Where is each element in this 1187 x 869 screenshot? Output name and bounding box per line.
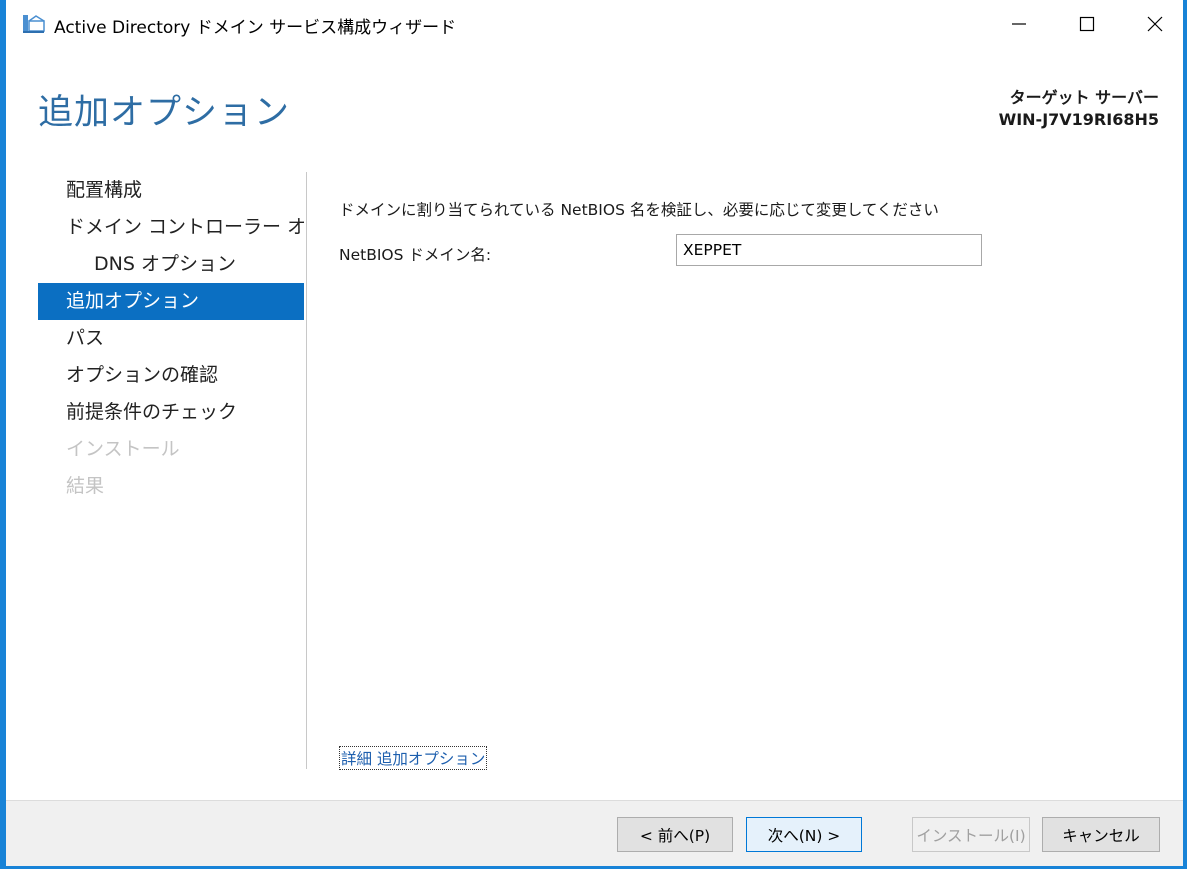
nav-item-review-options[interactable]: オプションの確認 (38, 357, 304, 394)
more-about-additional-options-link[interactable]: 詳細 追加オプション (339, 746, 488, 770)
title-bar: Active Directory ドメイン サービス構成ウィザード (6, 0, 1183, 48)
install-button: インストール(I) (912, 817, 1030, 852)
nav-item-dc-options[interactable]: ドメイン コントローラー オプシ... (38, 209, 304, 246)
close-icon (1147, 16, 1163, 32)
back-button[interactable]: < 前へ(P) (617, 817, 733, 852)
maximize-button[interactable] (1058, 0, 1116, 48)
cancel-button[interactable]: キャンセル (1042, 817, 1160, 852)
netbios-domain-input[interactable] (676, 234, 982, 266)
target-server-label: ターゲット サーバー (1009, 88, 1159, 107)
netbios-description: ドメインに割り当てられている NetBIOS 名を検証し、必要に応じて変更してく… (339, 201, 939, 219)
maximize-icon (1079, 16, 1095, 32)
nav-item-results: 結果 (66, 475, 105, 497)
server-manager-icon (22, 12, 46, 34)
nav-item-installation: インストール (66, 438, 180, 460)
nav-item-prerequisites-check[interactable]: 前提条件のチェック (38, 394, 304, 431)
wizard-nav: 配置構成 ドメイン コントローラー オプシ... DNS オプション 追加オプシ… (38, 172, 304, 505)
nav-divider (306, 172, 307, 769)
nav-item-additional-options[interactable]: 追加オプション (38, 283, 304, 320)
nav-item-dns-options[interactable]: DNS オプション (38, 246, 304, 283)
close-button[interactable] (1126, 0, 1184, 48)
wizard-window: Active Directory ドメイン サービス構成ウィザード 追加オプショ… (0, 0, 1187, 869)
nav-item-paths[interactable]: パス (38, 320, 304, 357)
page-title: 追加オプション (38, 93, 291, 133)
window-title: Active Directory ドメイン サービス構成ウィザード (54, 18, 457, 38)
netbios-domain-label: NetBIOS ドメイン名: (339, 246, 492, 264)
target-server-name: WIN-J7V19RI68H5 (998, 110, 1159, 129)
next-button[interactable]: 次へ(N) > (746, 817, 862, 852)
minimize-button[interactable] (990, 0, 1048, 48)
nav-item-deployment-config[interactable]: 配置構成 (38, 172, 304, 209)
minimize-icon (1012, 23, 1026, 25)
